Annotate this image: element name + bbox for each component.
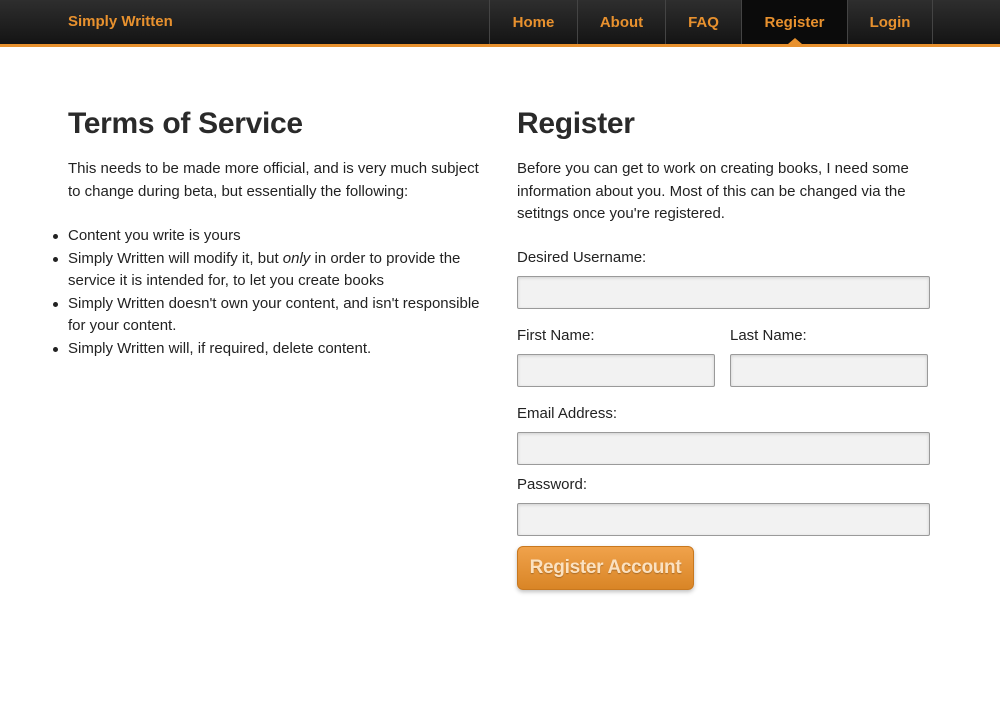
navbar: Simply Written Home About FAQ Register L… (0, 0, 1000, 47)
terms-list: Content you write is yours Simply Writte… (53, 225, 488, 361)
last-name-label: Last Name: (730, 327, 807, 344)
brand-link[interactable]: Simply Written (68, 13, 173, 30)
password-label: Password: (517, 476, 588, 493)
register-section: Register Before you can get to work on c… (517, 104, 932, 590)
register-title: Register (517, 107, 635, 140)
register-intro: Before you can get to work on creating b… (517, 160, 909, 222)
terms-item: Simply Written will modify it, but only … (53, 248, 488, 293)
password-field[interactable] (517, 503, 930, 536)
email-label: Email Address: (517, 405, 618, 422)
terms-item-emphasis: only (282, 249, 311, 267)
main-nav: Home About FAQ Register Login (489, 0, 933, 44)
terms-intro: This needs to be made more official, and… (68, 160, 479, 200)
terms-item-text: Simply Written will modify it, but (68, 249, 283, 267)
nav-item-register[interactable]: Register (742, 0, 848, 44)
terms-item: Simply Written will, if required, delete… (53, 338, 488, 361)
nav-item-about[interactable]: About (578, 0, 666, 44)
terms-title: Terms of Service (68, 107, 303, 140)
nav-item-faq[interactable]: FAQ (666, 0, 742, 44)
terms-item: Content you write is yours (53, 225, 488, 248)
email-field[interactable] (517, 432, 930, 465)
nav-item-home[interactable]: Home (490, 0, 578, 44)
terms-section: Terms of Service This needs to be made m… (53, 104, 488, 361)
register-account-button[interactable]: Register Account (517, 546, 694, 590)
username-label: Desired Username: (517, 249, 647, 266)
nav-item-login[interactable]: Login (848, 0, 933, 44)
first-name-field[interactable] (517, 354, 715, 387)
last-name-field[interactable] (730, 354, 928, 387)
first-name-label: First Name: (517, 327, 595, 344)
terms-item: Simply Written doesn't own your content,… (53, 293, 488, 338)
username-field[interactable] (517, 276, 930, 309)
